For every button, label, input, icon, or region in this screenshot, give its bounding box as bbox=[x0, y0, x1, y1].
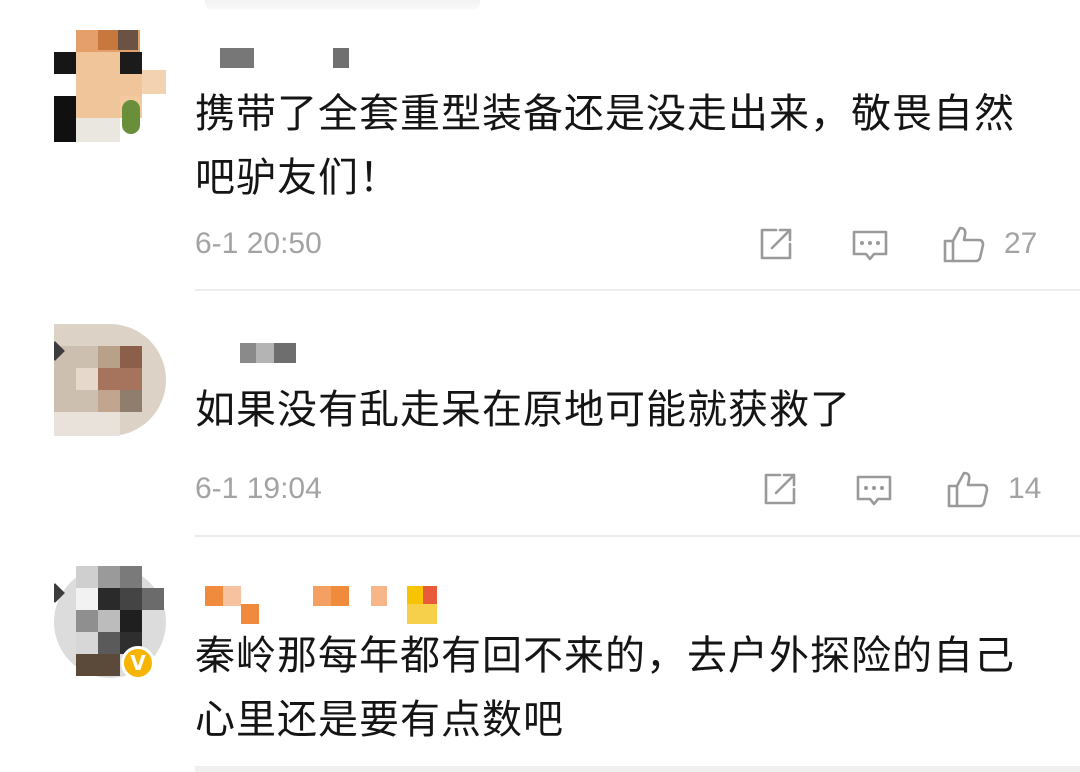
like-count: 27 bbox=[1004, 227, 1038, 260]
comment-text: 携带了全套重型装备还是没走出来，敬畏自然吧驴友们！ bbox=[195, 91, 1015, 201]
timestamp: 6-1 20:50 bbox=[195, 227, 322, 260]
avatar[interactable] bbox=[54, 324, 166, 436]
comment-text: 如果没有乱走呆在原地可能就获救了 bbox=[195, 387, 851, 433]
verified-badge-icon: V bbox=[121, 646, 155, 680]
divider bbox=[195, 535, 1080, 537]
divider bbox=[195, 289, 1080, 291]
like-count: 14 bbox=[1008, 472, 1042, 505]
comment-meta: 6-1 20:50 27 bbox=[195, 224, 1040, 264]
comment-icon[interactable] bbox=[850, 224, 890, 264]
share-icon[interactable] bbox=[756, 224, 796, 264]
comment-text: 秦岭那每年都有回不来的，去户外探险的自己心里还是要有点数吧 bbox=[195, 633, 1015, 743]
share-icon[interactable] bbox=[760, 469, 800, 509]
like-button[interactable]: 14 bbox=[946, 469, 1042, 509]
avatar[interactable] bbox=[54, 30, 166, 142]
timestamp: 6-1 19:04 bbox=[195, 472, 322, 505]
comment-meta: 6-1 19:04 14 bbox=[195, 469, 1042, 509]
previous-content-edge bbox=[205, 0, 480, 10]
like-button[interactable]: 27 bbox=[942, 224, 1040, 264]
next-content-edge bbox=[195, 766, 1080, 772]
comment-icon[interactable] bbox=[854, 469, 894, 509]
